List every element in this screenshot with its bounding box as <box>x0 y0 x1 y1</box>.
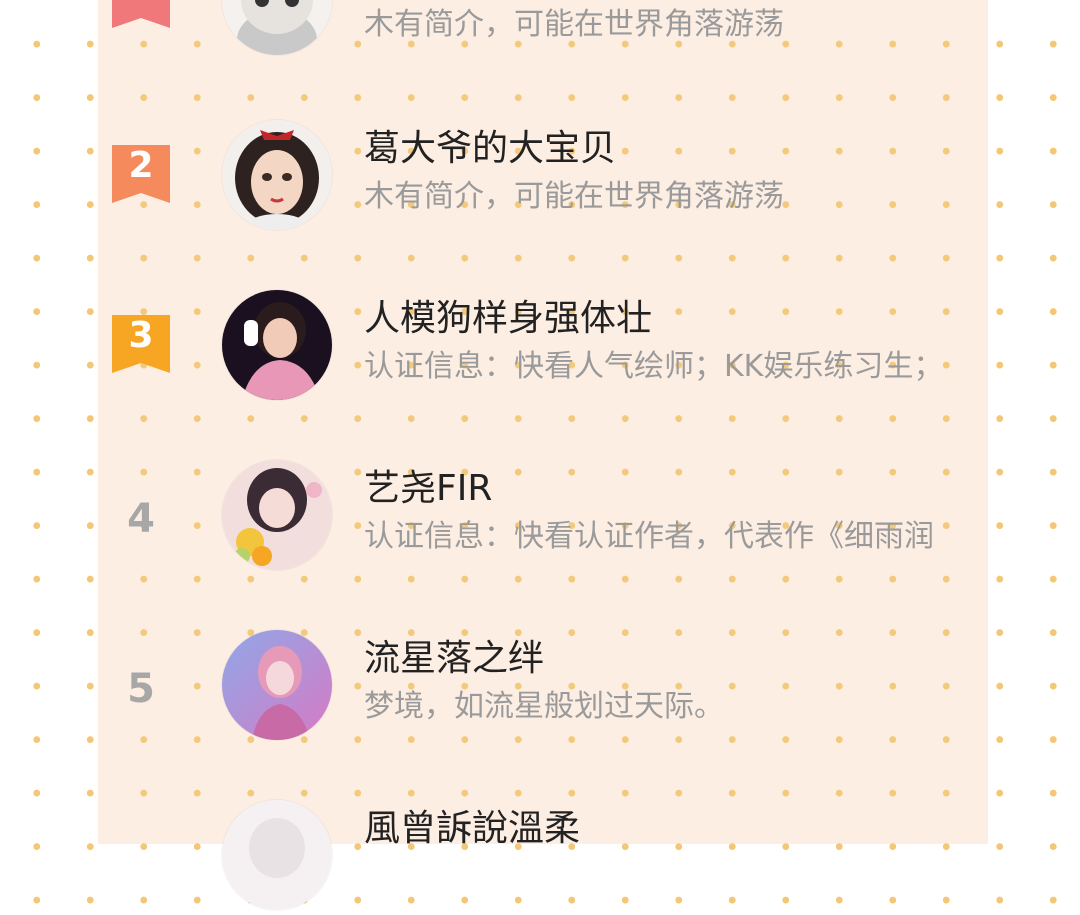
user-description: 认证信息：快看认证作者，代表作《细雨润 <box>364 519 934 554</box>
list-item[interactable]: 風曾訴說溫柔 <box>98 795 988 915</box>
user-name[interactable]: 風曾訴說溫柔 <box>364 807 580 851</box>
avatar[interactable] <box>222 460 332 570</box>
user-name[interactable]: 艺尧FIR <box>364 467 492 511</box>
user-description: 认证信息：快看人气绘师；KK娱乐练习生； <box>364 349 944 384</box>
user-name[interactable]: 人模狗样身强体壮 <box>364 297 652 341</box>
list-item[interactable]: 5 流星落之绊 梦境，如流星般划过天际。 <box>98 625 988 745</box>
avatar[interactable] <box>222 800 332 910</box>
avatar[interactable] <box>222 120 332 230</box>
list-item[interactable]: 3 人模狗样身强体壮 认证信息：快看人气绘师；KK娱乐练习生； <box>98 285 988 405</box>
rank-number: 2 <box>128 145 154 186</box>
avatar[interactable] <box>222 630 332 740</box>
list-item[interactable]: 2 葛大爷的大宝贝 木有简介，可能在世界角落游荡 <box>98 115 988 235</box>
user-name[interactable]: 流星落之绊 <box>364 637 544 681</box>
list-item[interactable]: 4 艺尧FIR 认证信息：快看认证作者，代表作《细雨润 <box>98 455 988 575</box>
user-description: 木有简介，可能在世界角落游荡 <box>364 7 784 42</box>
avatar[interactable] <box>222 290 332 400</box>
rank-badge-1 <box>112 0 170 28</box>
list-item[interactable]: 木有简介，可能在世界角落游荡 <box>98 0 988 55</box>
rank-number: 3 <box>128 315 154 356</box>
user-name[interactable]: 葛大爷的大宝贝 <box>364 127 616 171</box>
user-description: 木有简介，可能在世界角落游荡 <box>364 179 784 214</box>
user-description: 梦境，如流星般划过天际。 <box>364 689 724 724</box>
rank-number: 4 <box>127 496 155 542</box>
rank-number: 5 <box>127 666 155 712</box>
